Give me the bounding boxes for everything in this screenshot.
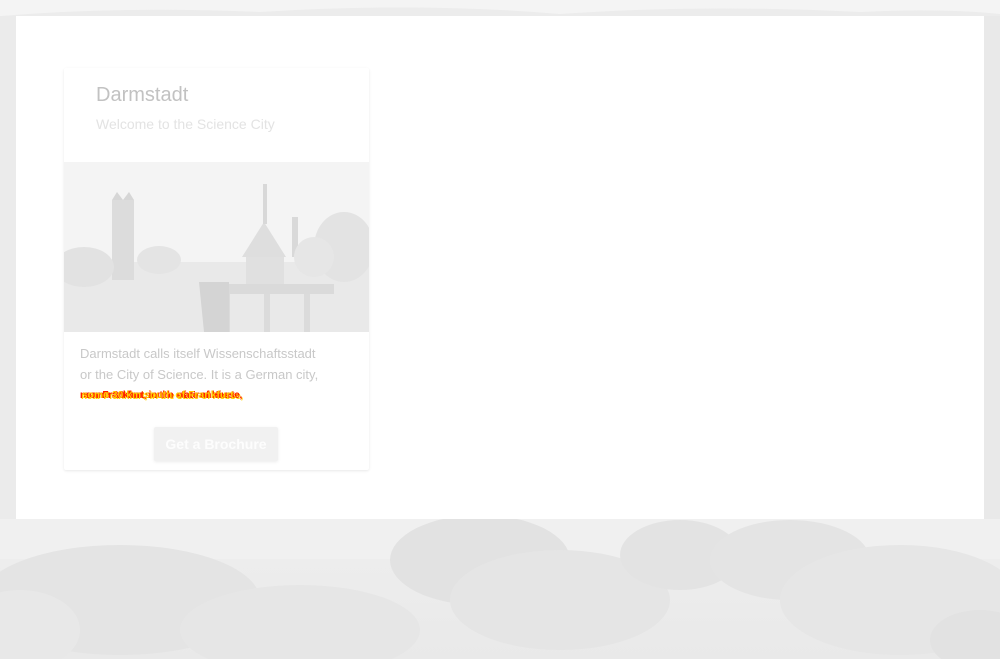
card-subtitle: Welcome to the Science City bbox=[96, 116, 275, 132]
card-image bbox=[64, 162, 369, 332]
get-brochure-button[interactable]: Get a Brochure bbox=[154, 427, 278, 461]
overlapping-text-b: some 30 km south of Frankfurt. bbox=[82, 390, 237, 401]
card-description-line: Darmstadt calls itself Wissenschaftsstad… bbox=[80, 346, 316, 361]
card-description: Darmstadt calls itself Wissenschaftsstad… bbox=[80, 343, 355, 406]
card-title: Darmstadt bbox=[96, 84, 189, 106]
city-card: Darmstadt Welcome to the Science City Da… bbox=[64, 68, 369, 470]
overlapping-text-line: near Frankfurt, in the state of Hesse, s… bbox=[80, 385, 355, 406]
content-sheet: Darmstadt Welcome to the Science City Da… bbox=[16, 16, 984, 519]
card-description-line: or the City of Science. It is a German c… bbox=[80, 367, 319, 382]
darmstadt-landmark-image bbox=[64, 162, 369, 332]
